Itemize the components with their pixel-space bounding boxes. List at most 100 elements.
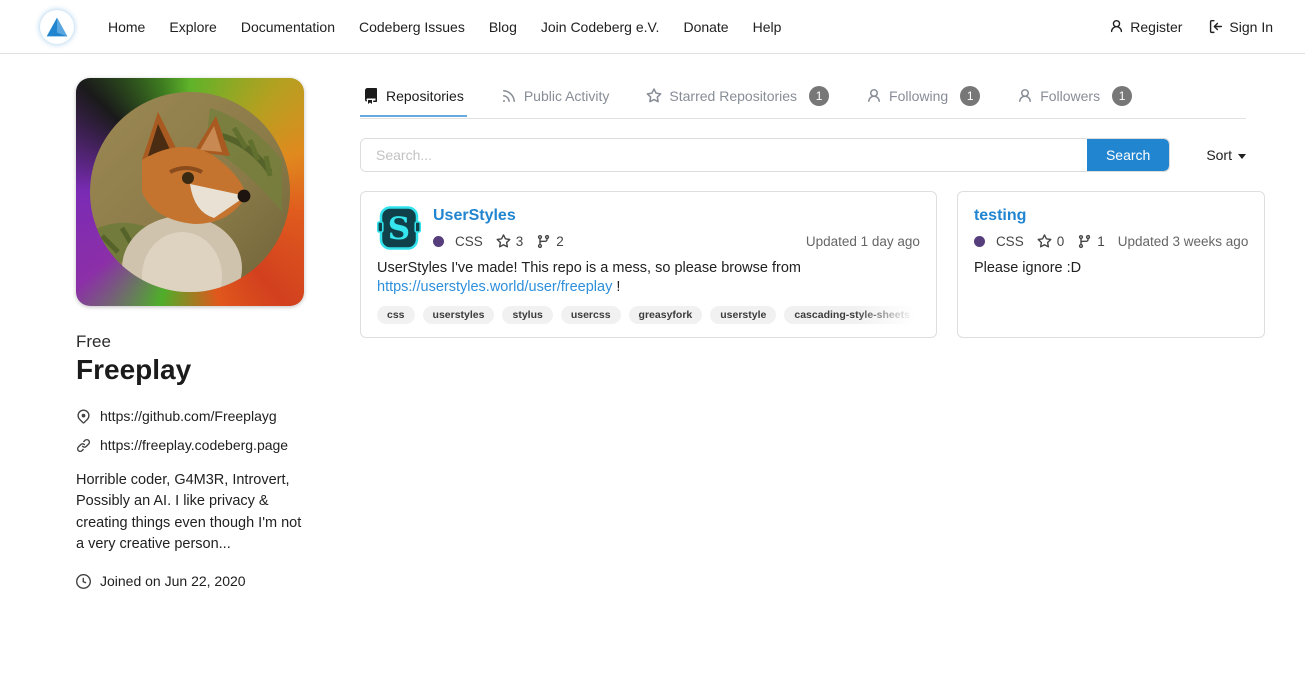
repo-topic[interactable]: userstyles <box>423 306 495 324</box>
rss-icon <box>501 88 517 104</box>
git-branch-icon <box>1077 234 1092 249</box>
codeberg-logo[interactable] <box>40 10 74 44</box>
repo-title-block: UserStyles CSS 3 2 Updated 1 day ago <box>433 206 920 250</box>
nav-link-explore[interactable]: Explore <box>157 10 228 44</box>
tab-starred-repositories[interactable]: Starred Repositories 1 <box>643 78 832 119</box>
search-group: Search <box>360 138 1170 172</box>
repo-avatar-stylus-icon: S <box>377 206 421 250</box>
repo-language-label: CSS <box>996 234 1024 249</box>
main-panel: Repositories Public Activity Starred Rep… <box>360 78 1246 589</box>
repo-title-link[interactable]: UserStyles <box>433 207 920 225</box>
tab-repositories[interactable]: Repositories <box>360 80 467 117</box>
repo-topic[interactable]: stylus <box>502 306 552 324</box>
register-label: Register <box>1130 19 1182 35</box>
location-pin-icon <box>76 409 91 424</box>
profile-link-text: https://github.com/Freeplayg <box>100 408 277 424</box>
person-icon <box>1017 88 1033 104</box>
codeberg-logo-icon <box>42 12 72 42</box>
repo-forks[interactable]: 2 <box>536 234 564 249</box>
repo-description-suffix: ! <box>616 279 620 295</box>
tab-label: Followers <box>1040 88 1100 104</box>
repo-updated: Updated 3 weeks ago <box>1118 234 1249 249</box>
tab-label: Starred Repositories <box>669 88 797 104</box>
profile-bio: Horrible coder, G4M3R, Introvert, Possib… <box>76 470 308 555</box>
repo-fork-count: 1 <box>1097 234 1105 249</box>
tab-label: Repositories <box>386 88 464 104</box>
sort-dropdown[interactable]: Sort <box>1206 147 1246 163</box>
repo-star-count: 3 <box>516 234 524 249</box>
link-icon <box>76 438 91 453</box>
nav-right: Register Sign In <box>1109 19 1273 35</box>
nav-link-documentation[interactable]: Documentation <box>229 10 347 44</box>
search-button[interactable]: Search <box>1087 139 1169 171</box>
repo-fork-count: 2 <box>556 234 564 249</box>
repo-description-text: UserStyles I've made! This repo is a mes… <box>377 260 801 276</box>
sign-in-link[interactable]: Sign In <box>1208 19 1273 35</box>
profile-full-name: Free <box>76 332 308 352</box>
repo-language-label: CSS <box>455 234 483 249</box>
repo-stars[interactable]: 0 <box>1037 234 1065 249</box>
repo-card-userstyles: S UserStyles CSS 3 2 <box>360 191 937 338</box>
profile-link-text: https://freeplay.codeberg.page <box>100 437 288 453</box>
repo-meta-row: CSS 3 2 Updated 1 day ago <box>433 234 920 249</box>
repo-description: Please ignore :D <box>974 259 1248 278</box>
profile-joined: Joined on Jun 22, 2020 <box>76 573 308 589</box>
star-icon <box>496 234 511 249</box>
repo-language: CSS <box>974 234 1024 249</box>
register-link[interactable]: Register <box>1109 19 1182 35</box>
profile-username: Freeplay <box>76 354 308 386</box>
repo-updated: Updated 1 day ago <box>806 234 920 249</box>
tab-label: Public Activity <box>524 88 610 104</box>
svg-text:S: S <box>388 211 410 247</box>
nav-link-codeberg-issues[interactable]: Codeberg Issues <box>347 10 477 44</box>
repo-description-link[interactable]: https://userstyles.world/user/freeplay <box>377 279 612 295</box>
profile-link[interactable]: https://freeplay.codeberg.page <box>76 437 308 453</box>
navbar: HomeExploreDocumentationCodeberg IssuesB… <box>0 0 1305 54</box>
repo-forks[interactable]: 1 <box>1077 234 1105 249</box>
repo-topic[interactable]: userstyle <box>710 306 776 324</box>
profile-link[interactable]: https://github.com/Freeplayg <box>76 408 308 424</box>
search-input[interactable] <box>361 139 1087 171</box>
repo-description-text: Please ignore :D <box>974 260 1081 276</box>
profile-links: https://github.com/Freeplayg https://fre… <box>76 408 308 453</box>
repo-card-header: testing CSS 0 1 Updated 3 weeks ago <box>974 206 1248 250</box>
repo-card-testing: testing CSS 0 1 Updated 3 weeks ago <box>957 191 1265 338</box>
profile-joined-text: Joined on Jun 22, 2020 <box>100 573 246 589</box>
profile-sidebar: Free Freeplay https://github.com/Freepla… <box>76 78 308 589</box>
nav-link-help[interactable]: Help <box>741 10 794 44</box>
language-dot-icon <box>974 236 985 247</box>
profile-tabs: Repositories Public Activity Starred Rep… <box>360 78 1246 119</box>
repo-star-count: 0 <box>1057 234 1065 249</box>
nav-link-blog[interactable]: Blog <box>477 10 529 44</box>
tab-following[interactable]: Following 1 <box>863 78 983 119</box>
sign-in-label: Sign In <box>1229 19 1273 35</box>
person-icon <box>1109 19 1124 34</box>
repo-card-header: S UserStyles CSS 3 2 <box>377 206 920 250</box>
nav-link-donate[interactable]: Donate <box>671 10 740 44</box>
tab-followers[interactable]: Followers 1 <box>1014 78 1135 119</box>
repo-topic[interactable]: css <box>377 306 415 324</box>
star-icon <box>1037 234 1052 249</box>
repo-title-link[interactable]: testing <box>974 207 1248 225</box>
repo-topic[interactable]: greasyfork <box>629 306 703 324</box>
tab-public-activity[interactable]: Public Activity <box>498 80 613 117</box>
tab-badge: 1 <box>809 86 829 106</box>
repo-topic[interactable]: cascading-style-sheets <box>784 306 920 324</box>
clock-icon <box>76 574 91 589</box>
repo-language: CSS <box>433 234 483 249</box>
sort-label: Sort <box>1206 147 1232 163</box>
repo-topics: css userstyles stylus usercss greasyfork user… <box>377 306 920 324</box>
nav-link-home[interactable]: Home <box>96 10 157 44</box>
tab-badge: 1 <box>960 86 980 106</box>
nav-link-join-codeberg-e-v[interactable]: Join Codeberg e.V. <box>529 10 672 44</box>
person-icon <box>866 88 882 104</box>
search-row: Search Sort <box>360 138 1246 172</box>
sign-in-icon <box>1208 19 1223 34</box>
chevron-down-icon <box>1238 154 1246 159</box>
repo-icon <box>363 88 379 104</box>
git-branch-icon <box>536 234 551 249</box>
language-dot-icon <box>433 236 444 247</box>
repo-stars[interactable]: 3 <box>496 234 524 249</box>
tab-label: Following <box>889 88 948 104</box>
repo-topic[interactable]: usercss <box>561 306 621 324</box>
